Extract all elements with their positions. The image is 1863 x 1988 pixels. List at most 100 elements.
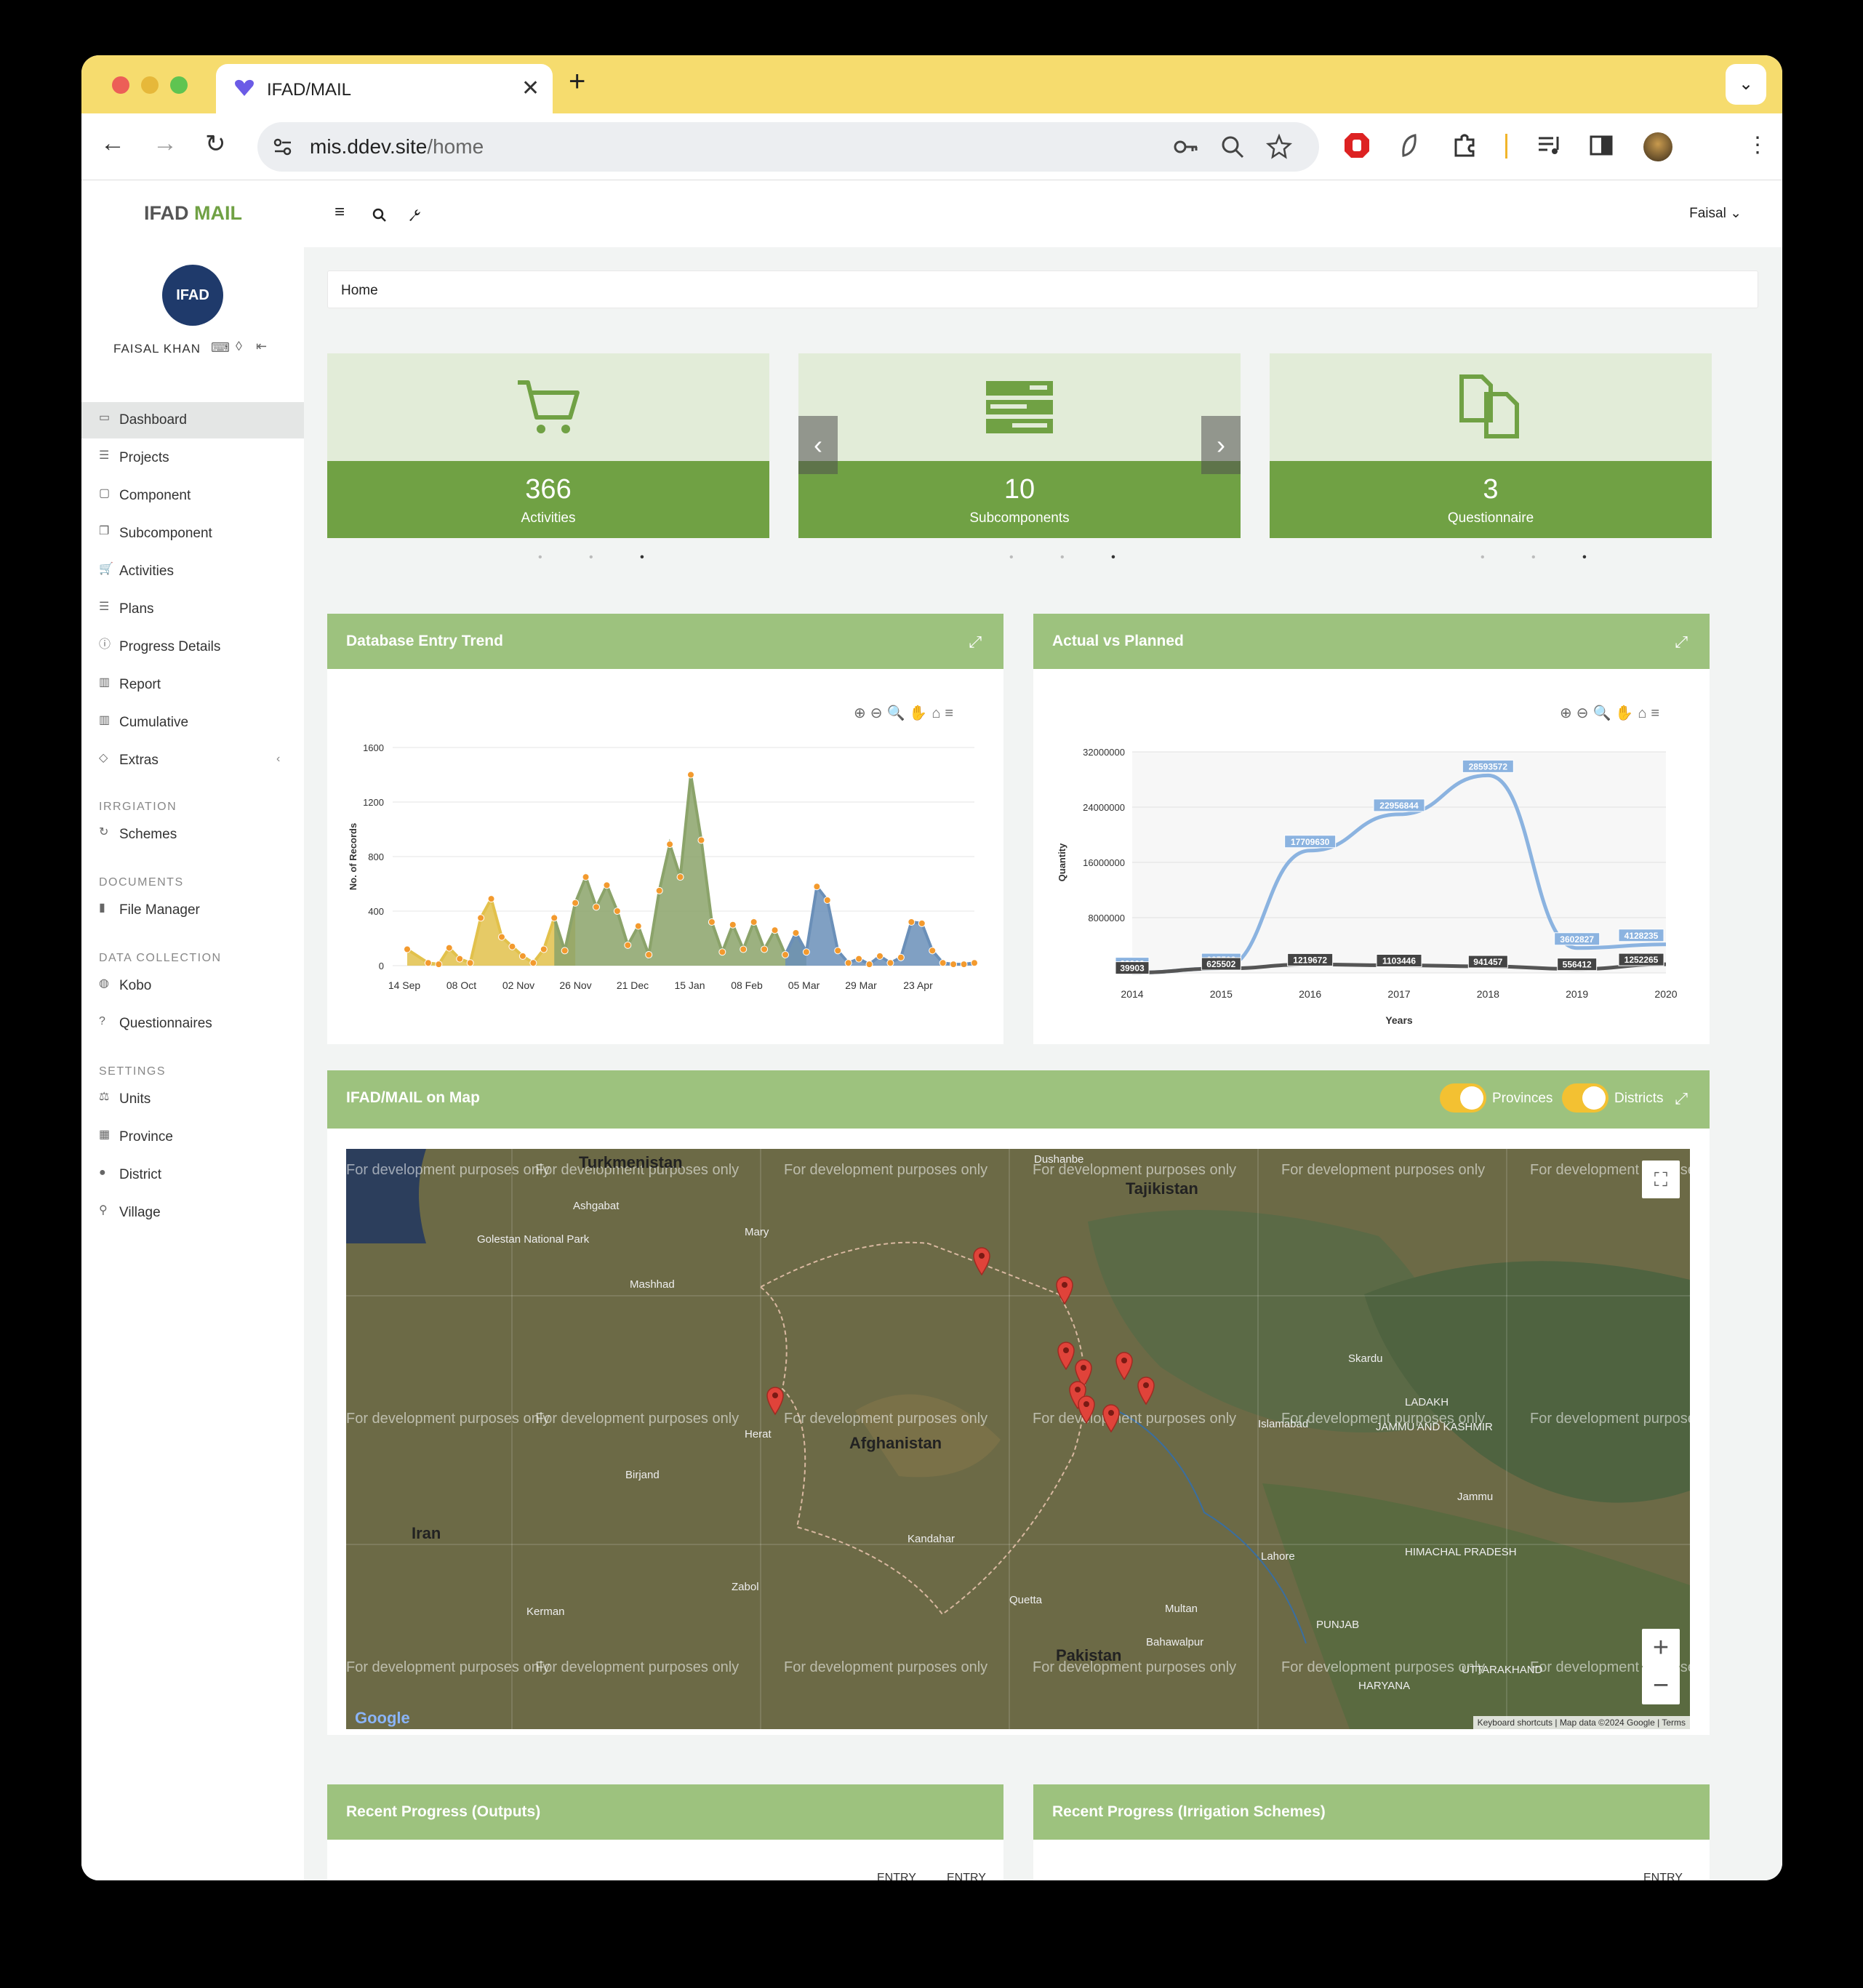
data-point[interactable] [687, 771, 694, 779]
sidebar-item-village[interactable]: ⚲ Village [81, 1195, 304, 1231]
data-point[interactable] [624, 941, 632, 949]
data-point[interactable] [561, 947, 569, 955]
maximize-window-button[interactable] [170, 76, 188, 94]
sidebar-item-schemes[interactable]: ↻ Schemes [81, 817, 304, 853]
sidebar-item-kobo[interactable]: ◍ Kobo [81, 968, 304, 1004]
expand-icon[interactable]: ⤢ [969, 633, 982, 652]
terms-link[interactable]: Terms [1662, 1718, 1686, 1728]
adblock-extension-icon[interactable] [1342, 131, 1371, 160]
hamburger-menu-icon[interactable]: ≡ [334, 202, 345, 223]
data-point[interactable] [823, 897, 831, 904]
map-zoom-in-button[interactable]: + [1642, 1629, 1680, 1667]
data-point[interactable] [529, 959, 537, 967]
back-button[interactable]: ← [100, 129, 125, 158]
close-tab-icon[interactable]: ✕ [521, 76, 540, 101]
data-point[interactable] [908, 918, 916, 926]
data-point[interactable] [960, 961, 968, 969]
new-tab-button[interactable]: + [569, 65, 585, 98]
media-control-icon[interactable] [1534, 131, 1563, 160]
data-point[interactable] [676, 873, 684, 881]
data-point[interactable] [445, 944, 453, 952]
data-point[interactable] [477, 914, 485, 922]
data-point[interactable] [645, 951, 653, 958]
data-point[interactable] [456, 955, 464, 963]
data-point[interactable] [424, 959, 432, 967]
data-point[interactable] [834, 947, 842, 955]
sidebar-item-projects[interactable]: ☰ Projects [81, 440, 304, 476]
drop-icon[interactable]: ◊ [236, 339, 242, 354]
sidebar-item-extras[interactable]: ◇ Extras [81, 742, 304, 779]
data-point[interactable] [761, 945, 769, 953]
extensions-puzzle-icon[interactable] [1450, 131, 1479, 160]
data-point[interactable] [939, 959, 947, 967]
sidebar-item-subcomponent[interactable]: ❐ Subcomponent [81, 516, 304, 552]
sidebar-item-component[interactable]: ▢ Component [81, 478, 304, 514]
sidebar-item-dashboard[interactable]: ▭ Dashboard [81, 402, 304, 438]
data-point[interactable] [876, 952, 884, 960]
data-point[interactable] [729, 921, 737, 929]
tab-search-button[interactable]: ⌄ [1726, 64, 1766, 105]
reload-button[interactable]: ↻ [205, 129, 226, 159]
keyboard-shortcuts-link[interactable]: Keyboard shortcuts [1478, 1718, 1552, 1728]
sidebar-item-report[interactable]: ▥ Report [81, 667, 304, 703]
browser-tab[interactable]: IFAD/MAIL ✕ [216, 64, 553, 113]
expand-icon[interactable]: ⤢ [1675, 633, 1688, 652]
search-icon[interactable] [372, 208, 387, 223]
data-point[interactable] [593, 903, 600, 911]
google-map[interactable]: For development purposes only For develop… [346, 1149, 1690, 1729]
data-point[interactable] [540, 945, 548, 953]
map-marker-icon[interactable] [1054, 1275, 1075, 1304]
data-point[interactable] [666, 841, 674, 849]
extension-feather-icon[interactable] [1395, 131, 1424, 160]
data-point[interactable] [918, 919, 926, 927]
data-point[interactable] [655, 886, 663, 894]
carousel-dots[interactable]: • • • [1009, 551, 1137, 564]
sidebar-item-questionnaires[interactable]: ? Questionnaires [81, 1006, 304, 1042]
data-point[interactable] [802, 948, 810, 956]
sidebar-item-cumulative[interactable]: ▥ Cumulative [81, 705, 304, 741]
user-menu[interactable]: Faisal ⌄ [1689, 205, 1742, 222]
data-point[interactable] [855, 955, 863, 963]
data-point[interactable] [718, 948, 726, 956]
data-point[interactable] [771, 926, 779, 934]
data-point[interactable] [582, 873, 590, 881]
sidebar-item-units[interactable]: ⚖ Units [81, 1081, 304, 1118]
map-marker-icon[interactable] [1136, 1376, 1156, 1405]
zoom-icon[interactable] [1219, 133, 1246, 161]
breadcrumb-home[interactable]: Home [341, 283, 378, 299]
districts-toggle[interactable] [1562, 1083, 1608, 1113]
map-marker-icon[interactable] [1076, 1395, 1097, 1424]
map-zoom-out-button[interactable]: − [1642, 1667, 1680, 1704]
keyboard-icon[interactable]: ⌨ [211, 340, 230, 356]
carousel-prev-button[interactable]: ‹ [798, 416, 838, 474]
minimize-window-button[interactable] [141, 76, 159, 94]
chevron-left-icon[interactable]: ‹ [276, 753, 280, 766]
data-point[interactable] [603, 881, 611, 889]
data-point[interactable] [550, 914, 558, 922]
wrench-icon[interactable] [407, 208, 422, 223]
data-point[interactable] [782, 951, 789, 958]
data-point[interactable] [865, 961, 873, 969]
bookmark-star-icon[interactable] [1265, 133, 1293, 161]
data-point[interactable] [950, 961, 958, 969]
sidebar-item-plans[interactable]: ☰ Plans [81, 591, 304, 628]
map-marker-icon[interactable] [971, 1246, 992, 1275]
data-point[interactable] [634, 922, 642, 930]
data-point[interactable] [792, 929, 800, 937]
sidebar-item-district[interactable]: ● District [81, 1157, 304, 1193]
forward-button[interactable]: → [153, 129, 177, 158]
data-point[interactable] [708, 918, 716, 926]
data-point[interactable] [518, 952, 526, 960]
data-point[interactable] [404, 945, 411, 953]
data-point[interactable] [572, 899, 580, 907]
data-point[interactable] [697, 836, 705, 844]
sidebar-item-activities[interactable]: 🛒 Activities [81, 553, 304, 590]
map-marker-icon[interactable] [765, 1386, 785, 1415]
profile-avatar[interactable] [1643, 132, 1672, 161]
sidebar-item-province[interactable]: ▦ Province [81, 1119, 304, 1155]
map-marker-icon[interactable] [1114, 1351, 1134, 1380]
data-point[interactable] [844, 959, 852, 967]
sidebar-item-file-manager[interactable]: ▮ File Manager [81, 892, 304, 929]
carousel-dots[interactable]: • • • [1481, 551, 1608, 564]
carousel-dots[interactable]: • • • [538, 551, 666, 564]
